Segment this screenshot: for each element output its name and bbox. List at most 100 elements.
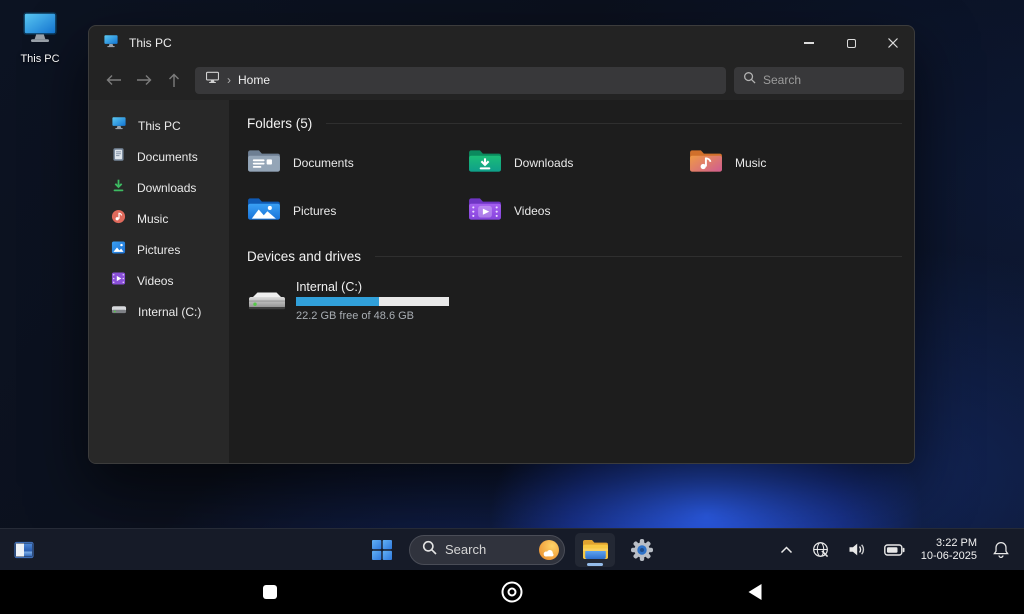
maximize-button[interactable] <box>830 26 872 60</box>
start-button[interactable] <box>365 533 399 567</box>
close-button[interactable] <box>872 26 914 60</box>
minimize-icon <box>804 42 814 43</box>
navigation-bar: › Home <box>89 60 914 100</box>
devices-section-title: Devices and drives <box>247 249 361 264</box>
home-circle-icon <box>502 582 523 603</box>
drive-capacity-text: 22.2 GB free of 48.6 GB <box>296 310 449 322</box>
folders-section-header: Folders (5) <box>247 116 902 131</box>
drive-usage-fill <box>296 297 379 306</box>
sidebar-label: This PC <box>138 119 181 133</box>
file-explorer-icon <box>582 538 609 561</box>
search-icon <box>743 71 756 89</box>
network-button[interactable] <box>809 538 832 561</box>
network-globe-icon <box>812 541 829 558</box>
address-bar[interactable]: › Home <box>195 67 726 94</box>
battery-icon <box>884 544 905 556</box>
devices-section-header: Devices and drives <box>247 249 902 264</box>
drive-tile-internal-c[interactable]: Internal (C:) 22.2 GB free of 48.6 GB <box>247 280 902 322</box>
window-search-input[interactable] <box>763 73 895 87</box>
up-button[interactable] <box>159 66 189 94</box>
folder-tile-label: Documents <box>293 156 354 170</box>
drive-usage-bar <box>296 297 449 306</box>
minimize-button[interactable] <box>788 26 830 60</box>
pictures-icon <box>111 240 126 260</box>
sidebar-item-internal-c[interactable]: Internal (C:) <box>93 296 225 327</box>
hard-drive-icon <box>247 288 287 321</box>
taskbar-search-input[interactable] <box>445 542 530 557</box>
downloads-folder-icon <box>468 147 502 180</box>
battery-button[interactable] <box>881 541 908 559</box>
show-desktop-icon <box>14 540 34 560</box>
sidebar-label: Internal (C:) <box>138 305 201 319</box>
show-desktop-button[interactable] <box>12 538 36 562</box>
folder-tile-documents[interactable]: Documents <box>247 147 468 179</box>
notifications-bell-icon <box>993 541 1009 558</box>
folder-tile-downloads[interactable]: Downloads <box>468 147 689 179</box>
forward-button[interactable] <box>129 66 159 94</box>
clock-time: 3:22 PM <box>921 537 977 550</box>
folders-grid: Documents Downloads Music <box>247 147 902 227</box>
folder-tile-videos[interactable]: Videos <box>468 195 689 227</box>
pictures-folder-icon <box>247 195 281 228</box>
android-back-button[interactable] <box>748 584 761 600</box>
desktop-icon-label: This PC <box>20 53 59 65</box>
window-monitor-icon <box>103 34 119 53</box>
notifications-button[interactable] <box>990 538 1012 561</box>
breadcrumb-separator: › <box>227 73 231 87</box>
sidebar-item-videos[interactable]: Videos <box>93 265 225 296</box>
folders-section-title: Folders (5) <box>247 116 312 131</box>
file-explorer-taskbar-button[interactable] <box>575 533 615 567</box>
sidebar-label: Documents <box>137 150 198 164</box>
document-icon <box>111 147 126 167</box>
sidebar-label: Videos <box>137 274 173 288</box>
volume-icon <box>848 542 865 557</box>
back-button[interactable] <box>99 66 129 94</box>
clock-date: 10-06-2025 <box>921 550 977 563</box>
folder-tile-pictures[interactable]: Pictures <box>247 195 468 227</box>
settings-gear-icon <box>630 538 654 562</box>
hidden-icons-button[interactable] <box>777 543 796 557</box>
taskbar-search-box[interactable] <box>409 535 565 565</box>
sidebar-label: Music <box>137 212 168 226</box>
sidebar-item-music[interactable]: Music <box>93 203 225 234</box>
window-titlebar[interactable]: This PC <box>89 26 914 60</box>
taskbar-clock[interactable]: 3:22 PM 10-06-2025 <box>921 537 977 563</box>
videos-folder-icon <box>468 195 502 228</box>
android-home-button[interactable] <box>502 582 523 603</box>
breadcrumb-monitor-icon <box>205 71 220 89</box>
volume-button[interactable] <box>845 539 868 560</box>
music-icon <box>111 209 126 229</box>
folder-tile-label: Pictures <box>293 204 336 218</box>
drive-name: Internal (C:) <box>296 280 449 294</box>
folder-tile-label: Videos <box>514 204 550 218</box>
taskbar-center <box>365 529 659 570</box>
close-icon <box>887 37 899 49</box>
taskbar: 3:22 PM 10-06-2025 <box>0 528 1024 570</box>
desktop-icon-this-pc[interactable]: This PC <box>10 10 70 65</box>
system-tray: 3:22 PM 10-06-2025 <box>777 529 1012 570</box>
sidebar-item-downloads[interactable]: Downloads <box>93 172 225 203</box>
search-icon <box>422 540 437 560</box>
folder-tile-label: Downloads <box>514 156 573 170</box>
monitor-icon <box>111 116 127 135</box>
window-search-box[interactable] <box>734 67 904 94</box>
folder-tile-label: Music <box>735 156 766 170</box>
sidebar-item-this-pc[interactable]: This PC <box>93 110 225 141</box>
content-pane: Folders (5) Documents Downloa <box>229 100 914 463</box>
android-recents-button[interactable] <box>263 585 277 599</box>
sidebar-item-pictures[interactable]: Pictures <box>93 234 225 265</box>
chevron-up-icon <box>780 546 793 554</box>
sidebar-label: Downloads <box>137 181 196 195</box>
running-app-indicator <box>587 563 603 566</box>
sidebar-label: Pictures <box>137 243 180 257</box>
recents-square-icon <box>263 585 277 599</box>
breadcrumb-home[interactable]: Home <box>238 73 270 87</box>
bing-daily-icon[interactable] <box>538 539 560 561</box>
sidebar-item-documents[interactable]: Documents <box>93 141 225 172</box>
window-body: This PC Documents Downloads <box>89 100 914 463</box>
file-explorer-window: This PC <box>88 25 915 464</box>
android-navigation-bar <box>0 570 1024 614</box>
settings-taskbar-button[interactable] <box>625 533 659 567</box>
folder-tile-music[interactable]: Music <box>689 147 910 179</box>
back-triangle-icon <box>748 584 761 600</box>
